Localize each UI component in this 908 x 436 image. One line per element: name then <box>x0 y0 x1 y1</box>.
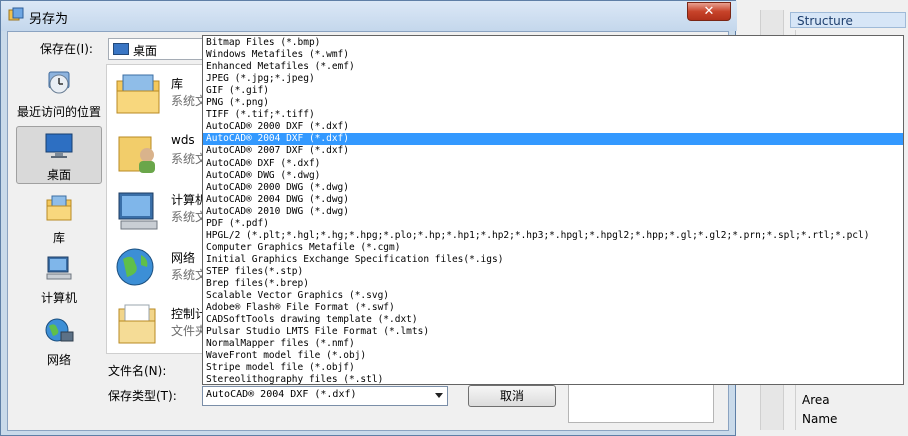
place-label: 库 <box>52 231 65 245</box>
file-type-option[interactable]: AutoCAD® DXF (*.dxf) <box>203 158 903 170</box>
file-name: 网络 <box>171 251 196 265</box>
file-type-option[interactable]: PNG (*.png) <box>203 97 903 109</box>
file-type-option[interactable]: Pulsar Studio LMTS File Format (*.lmts) <box>203 326 903 338</box>
file-type: 系统文 <box>171 152 206 166</box>
file-type-option[interactable]: AutoCAD® 2010 DWG (*.dwg) <box>203 206 903 218</box>
list-item[interactable]: wds 系统文 <box>113 129 206 179</box>
file-name: 库 <box>171 77 184 91</box>
file-type-option[interactable]: AutoCAD® 2004 DWG (*.dwg) <box>203 194 903 206</box>
place-computer[interactable]: 计算机 <box>16 254 102 305</box>
file-name: 控制计 <box>171 307 206 321</box>
list-item[interactable]: 网络 系统文 <box>113 245 206 295</box>
places-bar: 最近访问的位置 桌面 库 计算机 网络 <box>12 64 102 384</box>
file-type-value: AutoCAD® 2004 DXF (*.dxf) <box>206 389 357 400</box>
file-type-option[interactable]: Adobe® Flash® File Format (*.swf) <box>203 302 903 314</box>
file-type-label: 保存类型(T): <box>108 389 177 403</box>
app-icon <box>8 7 24 21</box>
file-type-option[interactable]: Brep files(*.brep) <box>203 278 903 290</box>
file-type-option[interactable]: JPEG (*.jpg;*.jpeg) <box>203 73 903 85</box>
file-type: 文件夹 <box>171 324 206 338</box>
file-type-option[interactable]: NormalMapper files (*.nmf) <box>203 338 903 350</box>
file-type-option[interactable]: STEP files(*.stp) <box>203 266 903 278</box>
file-type-option[interactable]: AutoCAD® 2004 DXF (*.dxf) <box>203 133 903 146</box>
file-type-option[interactable]: Scalable Vector Graphics (*.svg) <box>203 290 903 302</box>
network-icon <box>45 318 74 342</box>
file-type-option[interactable]: Initial Graphics Exchange Specification … <box>203 254 903 266</box>
file-type: 系统文 <box>171 268 206 282</box>
place-recent[interactable]: 最近访问的位置 <box>16 68 102 124</box>
place-label: 网络 <box>46 353 71 367</box>
structure-tab[interactable]: Structure <box>790 12 906 28</box>
file-type-option[interactable]: AutoCAD® DWG (*.dwg) <box>203 170 903 182</box>
file-type-option[interactable]: Windows Metafiles (*.wmf) <box>203 49 903 61</box>
desktop-icon <box>45 133 73 158</box>
computer-icon <box>118 192 158 230</box>
recent-places-icon <box>48 71 70 94</box>
file-type-option[interactable]: Stereolithography files (*.stl) <box>203 374 903 384</box>
file-list[interactable]: 库 系统文 wds 系统文 计算机 系统文 网络 系统文 控制计 文件夹 <box>106 64 206 354</box>
file-type-option[interactable]: Bitmap Files (*.bmp) <box>203 37 903 49</box>
place-libraries[interactable]: 库 <box>16 194 102 245</box>
structure-item-area[interactable]: Area <box>802 393 830 407</box>
place-label: 桌面 <box>46 168 71 182</box>
file-type-option[interactable]: WaveFront model file (*.obj) <box>203 350 903 362</box>
file-type-option[interactable]: AutoCAD® 2007 DXF (*.dxf) <box>203 145 903 157</box>
title-bar[interactable]: 另存为 ✕ <box>1 1 737 31</box>
file-name: 计算机 <box>171 193 206 207</box>
libraries-icon <box>46 195 72 221</box>
place-network[interactable]: 网络 <box>16 316 102 367</box>
file-type-option[interactable]: Computer Graphics Metafile (*.cgm) <box>203 242 903 254</box>
save-in-value: 桌面 <box>133 44 158 58</box>
desktop-icon <box>113 43 129 55</box>
file-type-option[interactable]: AutoCAD® 2000 DWG (*.dwg) <box>203 182 903 194</box>
file-name: wds <box>171 133 195 147</box>
save-in-combo[interactable]: 桌面 <box>108 38 208 60</box>
chevron-down-icon[interactable] <box>435 393 443 398</box>
file-type-option[interactable]: Stripe model file (*.objf) <box>203 362 903 374</box>
file-type: 系统文 <box>171 210 206 224</box>
user-folder-icon <box>118 136 155 173</box>
list-item[interactable]: 控制计 文件夹 <box>113 301 206 351</box>
list-item[interactable]: 计算机 系统文 <box>113 187 206 237</box>
save-in-label: 保存在(I): <box>40 42 93 56</box>
file-type: 系统文 <box>171 94 206 108</box>
list-item[interactable]: 库 系统文 <box>113 71 206 121</box>
place-label: 计算机 <box>40 291 77 305</box>
file-type-option[interactable]: PDF (*.pdf) <box>203 218 903 230</box>
libraries-icon <box>116 74 160 114</box>
file-type-option[interactable]: HPGL/2 (*.plt;*.hgl;*.hg;*.hpg;*.plo;*.h… <box>203 230 903 242</box>
file-type-option[interactable]: GIF (*.gif) <box>203 85 903 97</box>
cancel-button[interactable]: 取消 <box>468 385 556 407</box>
place-desktop[interactable]: 桌面 <box>16 126 102 184</box>
network-icon <box>116 248 154 286</box>
file-type-select[interactable]: AutoCAD® 2004 DXF (*.dxf) <box>202 386 448 406</box>
file-type-option[interactable]: CADSoftTools drawing template (*.dxt) <box>203 314 903 326</box>
control-panel-icon <box>118 304 156 344</box>
file-type-dropdown[interactable]: Bitmap Files (*.bmp) Windows Metafiles (*… <box>202 35 904 385</box>
dialog-title: 另存为 <box>29 12 69 27</box>
file-name-label: 文件名(N): <box>108 364 167 378</box>
place-label: 最近访问的位置 <box>16 105 101 119</box>
file-type-option[interactable]: TIFF (*.tif;*.tiff) <box>203 109 903 121</box>
structure-item-name[interactable]: Name <box>802 412 837 426</box>
close-button[interactable]: ✕ <box>687 2 731 21</box>
computer-icon <box>46 256 72 280</box>
file-type-option[interactable]: Enhanced Metafiles (*.emf) <box>203 61 903 73</box>
file-type-option[interactable]: AutoCAD® 2000 DXF (*.dxf) <box>203 121 903 133</box>
